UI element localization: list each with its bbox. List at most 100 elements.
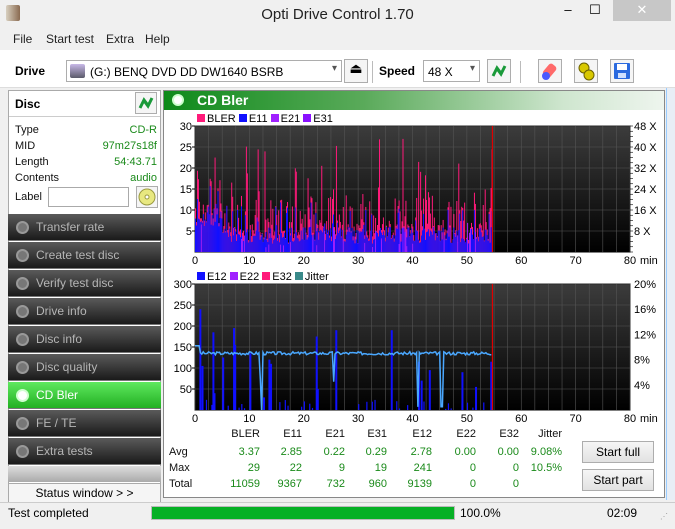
e11-bar — [234, 227, 236, 252]
y-tick-label: 25 — [180, 142, 192, 154]
e12-bar — [398, 408, 401, 410]
e11-bar — [225, 232, 227, 252]
save-button[interactable] — [610, 59, 634, 83]
nav-fe-te[interactable]: FE / TE — [8, 410, 161, 437]
e11-bar — [365, 210, 367, 252]
e21-bar — [412, 243, 414, 252]
maximize-button[interactable]: ☐ — [582, 0, 608, 21]
e11-bar — [327, 233, 329, 252]
e11-bar — [460, 242, 462, 252]
stat-max-jitter: 10.5% — [530, 462, 562, 474]
e12-bar — [374, 399, 376, 410]
e21-bar — [405, 229, 407, 252]
toolbar-separator — [520, 61, 521, 83]
erase-button[interactable] — [538, 59, 562, 83]
e11-bar — [475, 238, 477, 252]
nav-cd-bler[interactable]: CD Bler — [8, 382, 161, 409]
disc-refresh-button[interactable] — [135, 92, 157, 114]
resize-grip-icon[interactable]: ⋰ — [660, 512, 668, 521]
y2-tick-label: 32 X — [634, 163, 657, 175]
eject-button[interactable]: ⏏ — [344, 59, 368, 83]
e11-bar — [378, 236, 380, 252]
e11-bar — [465, 242, 467, 252]
e11-bar — [286, 212, 288, 252]
start-full-button[interactable]: Start full — [582, 441, 654, 463]
status-window-button[interactable]: Status window > > — [8, 483, 161, 503]
e11-bar — [215, 203, 217, 252]
y2-tick-label: 24 X — [634, 184, 657, 196]
e11-bar — [391, 237, 393, 252]
elapsed-time: 02:09 — [607, 506, 638, 520]
e11-bar — [436, 237, 438, 252]
x-tick-label: 10 — [243, 255, 255, 267]
write-label-button[interactable] — [136, 186, 158, 208]
e11-bar — [397, 212, 399, 252]
menu-help[interactable]: Help — [145, 32, 170, 46]
e11-bar — [354, 243, 356, 252]
drive-select[interactable]: (G:) BENQ DVD DD DW1640 BSRB ▾ — [66, 60, 342, 82]
e11-bar — [373, 239, 375, 252]
e11-bar — [285, 238, 287, 252]
e11-bar — [444, 235, 446, 252]
e11-bar — [485, 229, 487, 252]
stat-header-jitter: Jitter — [538, 428, 562, 440]
e11-bar — [487, 240, 489, 252]
label-input[interactable] — [48, 187, 129, 207]
nav-extra-tests[interactable]: Extra tests — [8, 438, 161, 465]
nav-create-test-disc[interactable]: Create test disc — [8, 242, 161, 269]
e11-bar — [309, 226, 311, 252]
panel-title: CD Bler — [197, 92, 249, 108]
e12-bar — [366, 401, 368, 410]
e11-bar — [259, 239, 261, 252]
status-text: Test completed — [8, 506, 89, 520]
minimize-button[interactable]: ‒ — [555, 0, 581, 21]
speed-label: Speed — [379, 64, 416, 78]
menu-extra[interactable]: Extra — [106, 32, 134, 46]
cd-icon — [138, 188, 156, 206]
e12-bar — [483, 402, 485, 410]
e21-bar — [364, 242, 366, 252]
nav-transfer-rate[interactable]: Transfer rate — [8, 214, 161, 241]
y-tick-label: 300 — [174, 279, 192, 291]
refresh-button[interactable] — [487, 59, 511, 83]
chevron-down-icon: ▾ — [331, 63, 337, 74]
e11-bar — [222, 232, 224, 252]
nav-verify-test-disc[interactable]: Verify test disc — [8, 270, 161, 297]
e11-bar — [421, 235, 423, 252]
e11-bar — [435, 233, 437, 252]
e11-bar — [453, 227, 455, 252]
e11-bar — [298, 241, 300, 252]
e11-bar — [446, 233, 448, 252]
e11-bar — [484, 229, 486, 252]
e11-bar — [255, 230, 257, 252]
type-label: Type — [15, 124, 39, 136]
e11-bar — [317, 228, 319, 252]
disc-title: Disc — [15, 97, 41, 111]
bler-chart: 5 10 15 20 25 30 0 10 20 30 40 50 60 70 80 min 8 X 16 X 24… — [180, 121, 658, 267]
start-part-button[interactable]: Start part — [582, 469, 654, 491]
nav-disc-info[interactable]: Disc info — [8, 326, 161, 353]
settings-button[interactable] — [574, 59, 598, 83]
e11-bar — [488, 213, 490, 252]
e12-bar — [222, 357, 225, 410]
menu-file[interactable]: File — [13, 32, 32, 46]
e11-bar — [218, 226, 220, 252]
nav-label: Extra tests — [36, 444, 93, 458]
e11-bar — [291, 241, 293, 252]
e11-bar — [209, 186, 211, 252]
e11-bar — [359, 232, 361, 252]
e12-bar — [270, 363, 273, 410]
e11-bar — [385, 227, 387, 252]
close-button[interactable]: ✕ — [613, 0, 671, 21]
right-edge — [666, 88, 675, 500]
e21-bar — [372, 247, 374, 252]
e12-bar — [249, 353, 252, 410]
e21-bar — [333, 230, 335, 252]
menu-start-test[interactable]: Start test — [46, 32, 94, 46]
speed-select[interactable]: 48 X ▾ — [423, 60, 480, 82]
e12-bar — [472, 407, 474, 410]
nav-drive-info[interactable]: Drive info — [8, 298, 161, 325]
e12-bar — [227, 405, 229, 410]
nav-disc-quality[interactable]: Disc quality — [8, 354, 161, 381]
x-tick-label: 60 — [515, 255, 527, 267]
